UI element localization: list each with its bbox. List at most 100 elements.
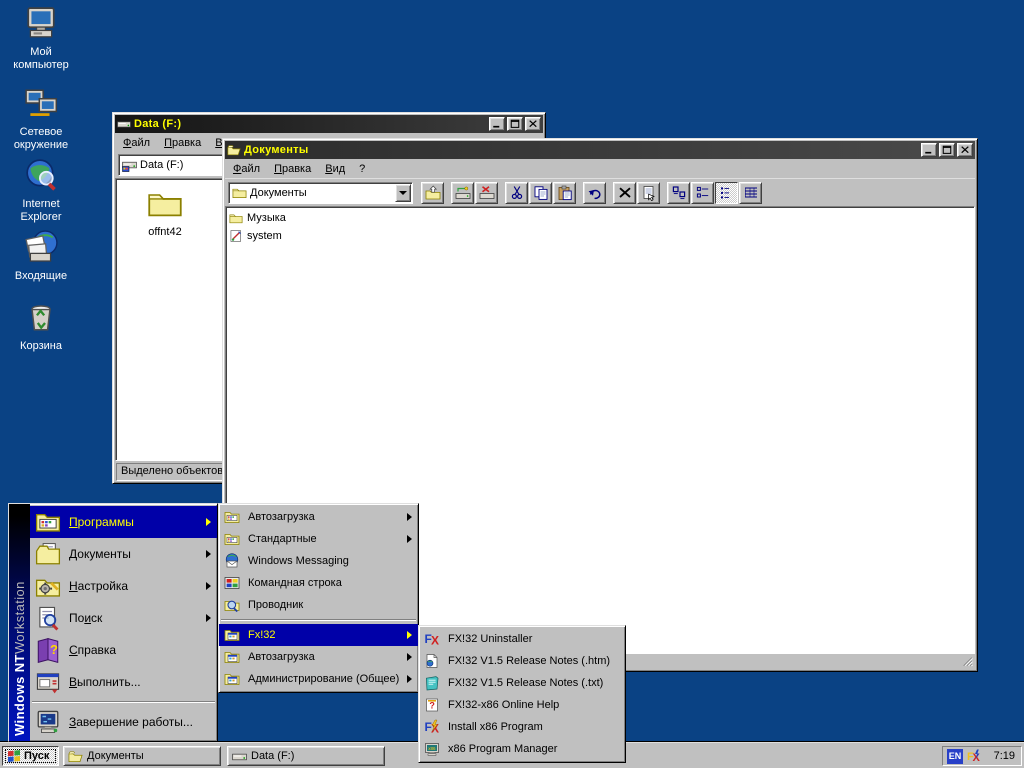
- cut: [509, 185, 525, 201]
- fx-menu-item-x86-pm[interactable]: x86x86 Program Manager: [419, 738, 628, 760]
- fx-menu-item-fx-online-help[interactable]: ?FX!32-x86 Online Help: [419, 694, 628, 716]
- menu-item-label: Завершение работы...: [69, 715, 193, 729]
- start-button-label: Пуск: [24, 750, 49, 762]
- file-item-offnt42[interactable]: offnt42: [130, 185, 200, 238]
- shared-drive-icon: [122, 158, 137, 173]
- programs-menu-item-startup-common[interactable]: Автозагрузка: [219, 646, 418, 668]
- start-menu-item-run[interactable]: Выполнить...: [30, 666, 217, 698]
- documents-window-menu-edit[interactable]: Правка: [267, 161, 318, 177]
- desktop-icon-inbox[interactable]: Входящие: [2, 230, 80, 283]
- documents-window-menu-view[interactable]: Вид: [318, 161, 352, 177]
- desktop-icon-my-computer[interactable]: Мой компьютер: [2, 6, 80, 72]
- menu-item-label: Стандартные: [248, 533, 317, 545]
- minimize-button[interactable]: [921, 143, 937, 157]
- resize-grip[interactable]: [962, 656, 975, 669]
- toolbar-button-paste[interactable]: [553, 182, 576, 204]
- menu-item-label: FX!32 V1.5 Release Notes (.htm): [448, 655, 610, 667]
- desktop-icon-recycle-bin[interactable]: Корзина: [2, 300, 80, 353]
- desktop-icon-internet-explorer[interactable]: Internet Explorer: [2, 158, 80, 224]
- toolbar-button-disconnect-drive[interactable]: [475, 182, 498, 204]
- find-icon: [35, 605, 61, 631]
- fx-tray-icon: FX: [967, 748, 983, 764]
- toolbar-button-up-folder[interactable]: [421, 182, 444, 204]
- desktop-icon-network-neighborhood[interactable]: Сетевое окружение: [2, 86, 80, 152]
- file-item-muzyka[interactable]: Музыка: [226, 209, 974, 227]
- menu-item-label: Проводник: [248, 599, 303, 611]
- fx-menu-item-fx-uninstaller[interactable]: FXFX!32 Uninstaller: [419, 628, 628, 650]
- toolbar-button-view-large[interactable]: [667, 182, 690, 204]
- start-menu-item-programs[interactable]: Программы: [30, 506, 217, 538]
- toolbar-button-copy[interactable]: [529, 182, 552, 204]
- toolbar-button-delete[interactable]: [613, 182, 636, 204]
- toolbar-group: [613, 182, 660, 204]
- language-indicator[interactable]: EN: [947, 749, 963, 764]
- docs-address-combobox[interactable]: Документы: [228, 182, 413, 204]
- data-window-menu-file[interactable]: Файл: [116, 135, 157, 151]
- win-flag-icon: [6, 748, 22, 764]
- documents-window-menu-file[interactable]: Файл: [226, 161, 267, 177]
- desktop-icon-label: Мой компьютер: [2, 46, 80, 72]
- folder-icon: [229, 211, 243, 225]
- programs-menu-item-command-prompt[interactable]: Командная строка: [219, 572, 418, 594]
- programs-menu-item-accessories[interactable]: Стандартные: [219, 528, 418, 550]
- file-item-system[interactable]: system: [226, 227, 974, 245]
- desktop-icon-label: Входящие: [2, 270, 80, 283]
- toolbar-button-cut[interactable]: [505, 182, 528, 204]
- fx-menu-item-fx-notes-txt[interactable]: FX!32 V1.5 Release Notes (.txt): [419, 672, 628, 694]
- submenu-arrow-icon: [407, 631, 412, 639]
- menu-item-label: FX!32 Uninstaller: [448, 633, 532, 645]
- desktop-icon-label: Сетевое окружение: [2, 126, 80, 152]
- folder-open-icon: [227, 143, 241, 157]
- network-icon: [24, 86, 58, 120]
- settings-icon: [35, 573, 61, 599]
- start-button[interactable]: Пуск: [2, 746, 59, 766]
- task-documents[interactable]: Документы: [63, 746, 221, 766]
- close-button[interactable]: [525, 117, 541, 131]
- toolbar-group: [583, 182, 606, 204]
- start-menu-item-shutdown[interactable]: Завершение работы...: [30, 706, 217, 738]
- delete: [617, 185, 633, 201]
- data-window-menu-edit[interactable]: Правка: [157, 135, 208, 151]
- settings-icon: [35, 573, 61, 599]
- programs-menu-item-explorer[interactable]: Проводник: [219, 594, 418, 616]
- toolbar-button-view-list[interactable]: [715, 182, 738, 204]
- maximize-icon: [941, 144, 953, 156]
- start-menu-item-find[interactable]: Поиск: [30, 602, 217, 634]
- close-button[interactable]: [957, 143, 973, 157]
- toolbar-button-properties[interactable]: [637, 182, 660, 204]
- program-group-icon: [224, 509, 240, 525]
- programs-menu-item-win-messaging[interactable]: Windows Messaging: [219, 550, 418, 572]
- start-menu-item-documents[interactable]: Документы: [30, 538, 217, 570]
- programs-menu-item-startup[interactable]: Автозагрузка: [219, 506, 418, 528]
- toolbar-button-view-small[interactable]: [691, 182, 714, 204]
- html-doc-icon: [424, 653, 440, 669]
- submenu-arrow-icon: [206, 518, 211, 526]
- fx-menu-item-fx-notes-htm[interactable]: FX!32 V1.5 Release Notes (.htm): [419, 650, 628, 672]
- fx-menu-item-install-x86[interactable]: FX Install x86 Program: [419, 716, 628, 738]
- fx-install-icon: FX: [424, 719, 440, 735]
- start-menu-item-help[interactable]: ?Справка: [30, 634, 217, 666]
- toolbar-button-undo[interactable]: [583, 182, 606, 204]
- maximize-button[interactable]: [939, 143, 955, 157]
- data-window-titlebar[interactable]: Data (F:): [115, 115, 543, 133]
- start-menu-item-settings[interactable]: Настройка: [30, 570, 217, 602]
- copy: [533, 185, 549, 201]
- menu-item-label: Install x86 Program: [448, 721, 543, 733]
- desktop: Мой компьютер Сетевое окружение Internet E…: [0, 0, 1024, 768]
- documents-window-menu-help[interactable]: ?: [352, 161, 372, 177]
- programs-menu-item-admin-common[interactable]: Администрирование (Общее): [219, 668, 418, 690]
- minimize-icon: [923, 144, 935, 156]
- minimize-button[interactable]: [489, 117, 505, 131]
- network-icon: [24, 86, 58, 120]
- html-doc-icon: [424, 653, 440, 669]
- task-data-f[interactable]: Data (F:): [227, 746, 385, 766]
- programs-menu-item-fx32[interactable]: Fx!32: [219, 624, 418, 646]
- docs-address-dropdown-button[interactable]: [395, 184, 411, 202]
- documents-window-titlebar[interactable]: Документы: [225, 141, 975, 159]
- toolbar-button-map-drive[interactable]: [451, 182, 474, 204]
- run-icon: [35, 669, 61, 695]
- maximize-button[interactable]: [507, 117, 523, 131]
- toolbar-buttons: [421, 182, 769, 204]
- menu-item-label: Программы: [69, 515, 134, 529]
- toolbar-button-view-details[interactable]: [739, 182, 762, 204]
